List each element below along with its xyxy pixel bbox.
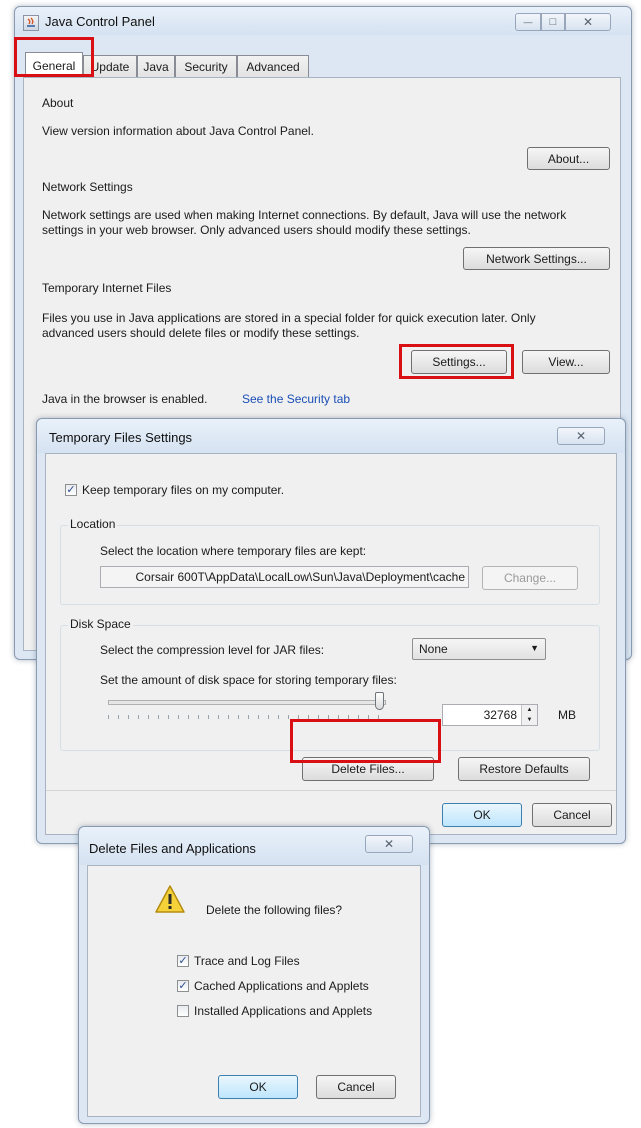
network-settings-button[interactable]: Network Settings... <box>463 247 610 270</box>
cache-path-field[interactable]: Corsair 600T\AppData\LocalLow\Sun\Java\D… <box>100 566 469 588</box>
tab-java[interactable]: Java <box>137 55 175 77</box>
location-group-label: Location <box>68 517 118 531</box>
minimize-icon: — <box>523 17 533 27</box>
temp-files-description-line1: Files you use in Java applications are s… <box>42 311 536 325</box>
delete-files-button-highlight <box>290 719 441 763</box>
slider-thumb[interactable] <box>375 692 384 710</box>
trace-log-files-label: Trace and Log Files <box>194 954 300 968</box>
delete-dialog-body: Delete the following files? ✓ Trace and … <box>87 865 421 1117</box>
spinner-down-button[interactable]: ▼ <box>521 715 537 725</box>
delete-dialog-title: Delete Files and Applications <box>89 841 256 856</box>
warning-icon <box>154 884 186 914</box>
temp-settings-cancel-button[interactable]: Cancel <box>532 803 612 827</box>
cache-path-value: Corsair 600T\AppData\LocalLow\Sun\Java\D… <box>135 570 465 584</box>
delete-dialog-close-button[interactable]: ✕ <box>365 835 413 853</box>
compression-label: Select the compression level for JAR fil… <box>100 643 325 657</box>
slider-track <box>108 700 386 705</box>
temp-settings-close-button[interactable]: ✕ <box>557 427 605 445</box>
disk-amount-spinner[interactable]: 32768 ▲ ▼ <box>442 704 538 726</box>
compression-value: None <box>419 642 448 656</box>
close-icon: ✕ <box>575 429 587 443</box>
delete-prompt: Delete the following files? <box>206 903 343 917</box>
network-heading: Network Settings <box>42 180 133 194</box>
temp-settings-title-bar[interactable]: Temporary Files Settings <box>37 419 625 453</box>
tab-advanced[interactable]: Advanced <box>237 55 309 77</box>
settings-button-highlight <box>399 344 514 379</box>
temp-settings-body: ✓ Keep temporary files on my computer. L… <box>45 453 617 835</box>
about-heading: About <box>42 96 74 110</box>
installed-apps-label: Installed Applications and Applets <box>194 1004 373 1018</box>
close-icon: ✕ <box>383 837 395 851</box>
location-prompt: Select the location where temporary file… <box>100 544 367 558</box>
temp-view-button[interactable]: View... <box>522 350 610 374</box>
java-app-icon <box>23 15 39 31</box>
change-location-button[interactable]: Change... <box>482 566 578 590</box>
disk-unit-label: MB <box>558 708 576 722</box>
maximize-icon: □ <box>549 16 557 28</box>
cached-apps-checkbox[interactable]: ✓ <box>177 980 189 992</box>
keep-files-checkbox[interactable]: ✓ <box>65 484 77 496</box>
delete-files-dialog: Delete Files and Applications ✕ Delete t… <box>78 826 430 1124</box>
general-tab-highlight <box>14 37 94 77</box>
tab-security[interactable]: Security <box>175 55 237 77</box>
temp-settings-title: Temporary Files Settings <box>49 430 193 445</box>
browser-status: Java in the browser is enabled. <box>42 392 208 406</box>
maximize-button[interactable]: □ <box>541 13 565 31</box>
disk-amount-value: 32768 <box>483 708 517 722</box>
dropdown-arrow-icon: ▼ <box>530 643 539 653</box>
minimize-button[interactable]: — <box>515 13 541 31</box>
location-group <box>60 525 600 605</box>
window-title: Java Control Panel <box>45 14 155 29</box>
disk-space-group-label: Disk Space <box>68 617 133 631</box>
trace-log-files-checkbox[interactable]: ✓ <box>177 955 189 967</box>
keep-files-label: Keep temporary files on my computer. <box>82 483 285 497</box>
security-tab-link[interactable]: See the Security tab <box>242 392 350 406</box>
delete-dialog-cancel-button[interactable]: Cancel <box>316 1075 396 1099</box>
cached-apps-label: Cached Applications and Applets <box>194 979 369 993</box>
temp-settings-ok-button[interactable]: OK <box>442 803 522 827</box>
delete-dialog-ok-button[interactable]: OK <box>218 1075 298 1099</box>
temp-files-settings-dialog: Temporary Files Settings ✕ ✓ Keep tempor… <box>36 418 626 844</box>
temp-files-heading: Temporary Internet Files <box>42 281 172 295</box>
close-button[interactable]: ✕ <box>565 13 611 31</box>
restore-defaults-button[interactable]: Restore Defaults <box>458 757 590 781</box>
disk-amount-label: Set the amount of disk space for storing… <box>100 673 397 687</box>
about-button[interactable]: About... <box>527 147 610 170</box>
installed-apps-checkbox[interactable] <box>177 1005 189 1017</box>
network-description-line1: Network settings are used when making In… <box>42 208 567 222</box>
close-icon: ✕ <box>582 15 594 29</box>
temp-files-description-line2: advanced users should delete files or mo… <box>42 326 360 340</box>
network-description-line2: settings in your web browser. Only advan… <box>42 223 471 237</box>
about-description: View version information about Java Cont… <box>42 124 314 138</box>
compression-select[interactable]: None ▼ <box>412 638 546 660</box>
